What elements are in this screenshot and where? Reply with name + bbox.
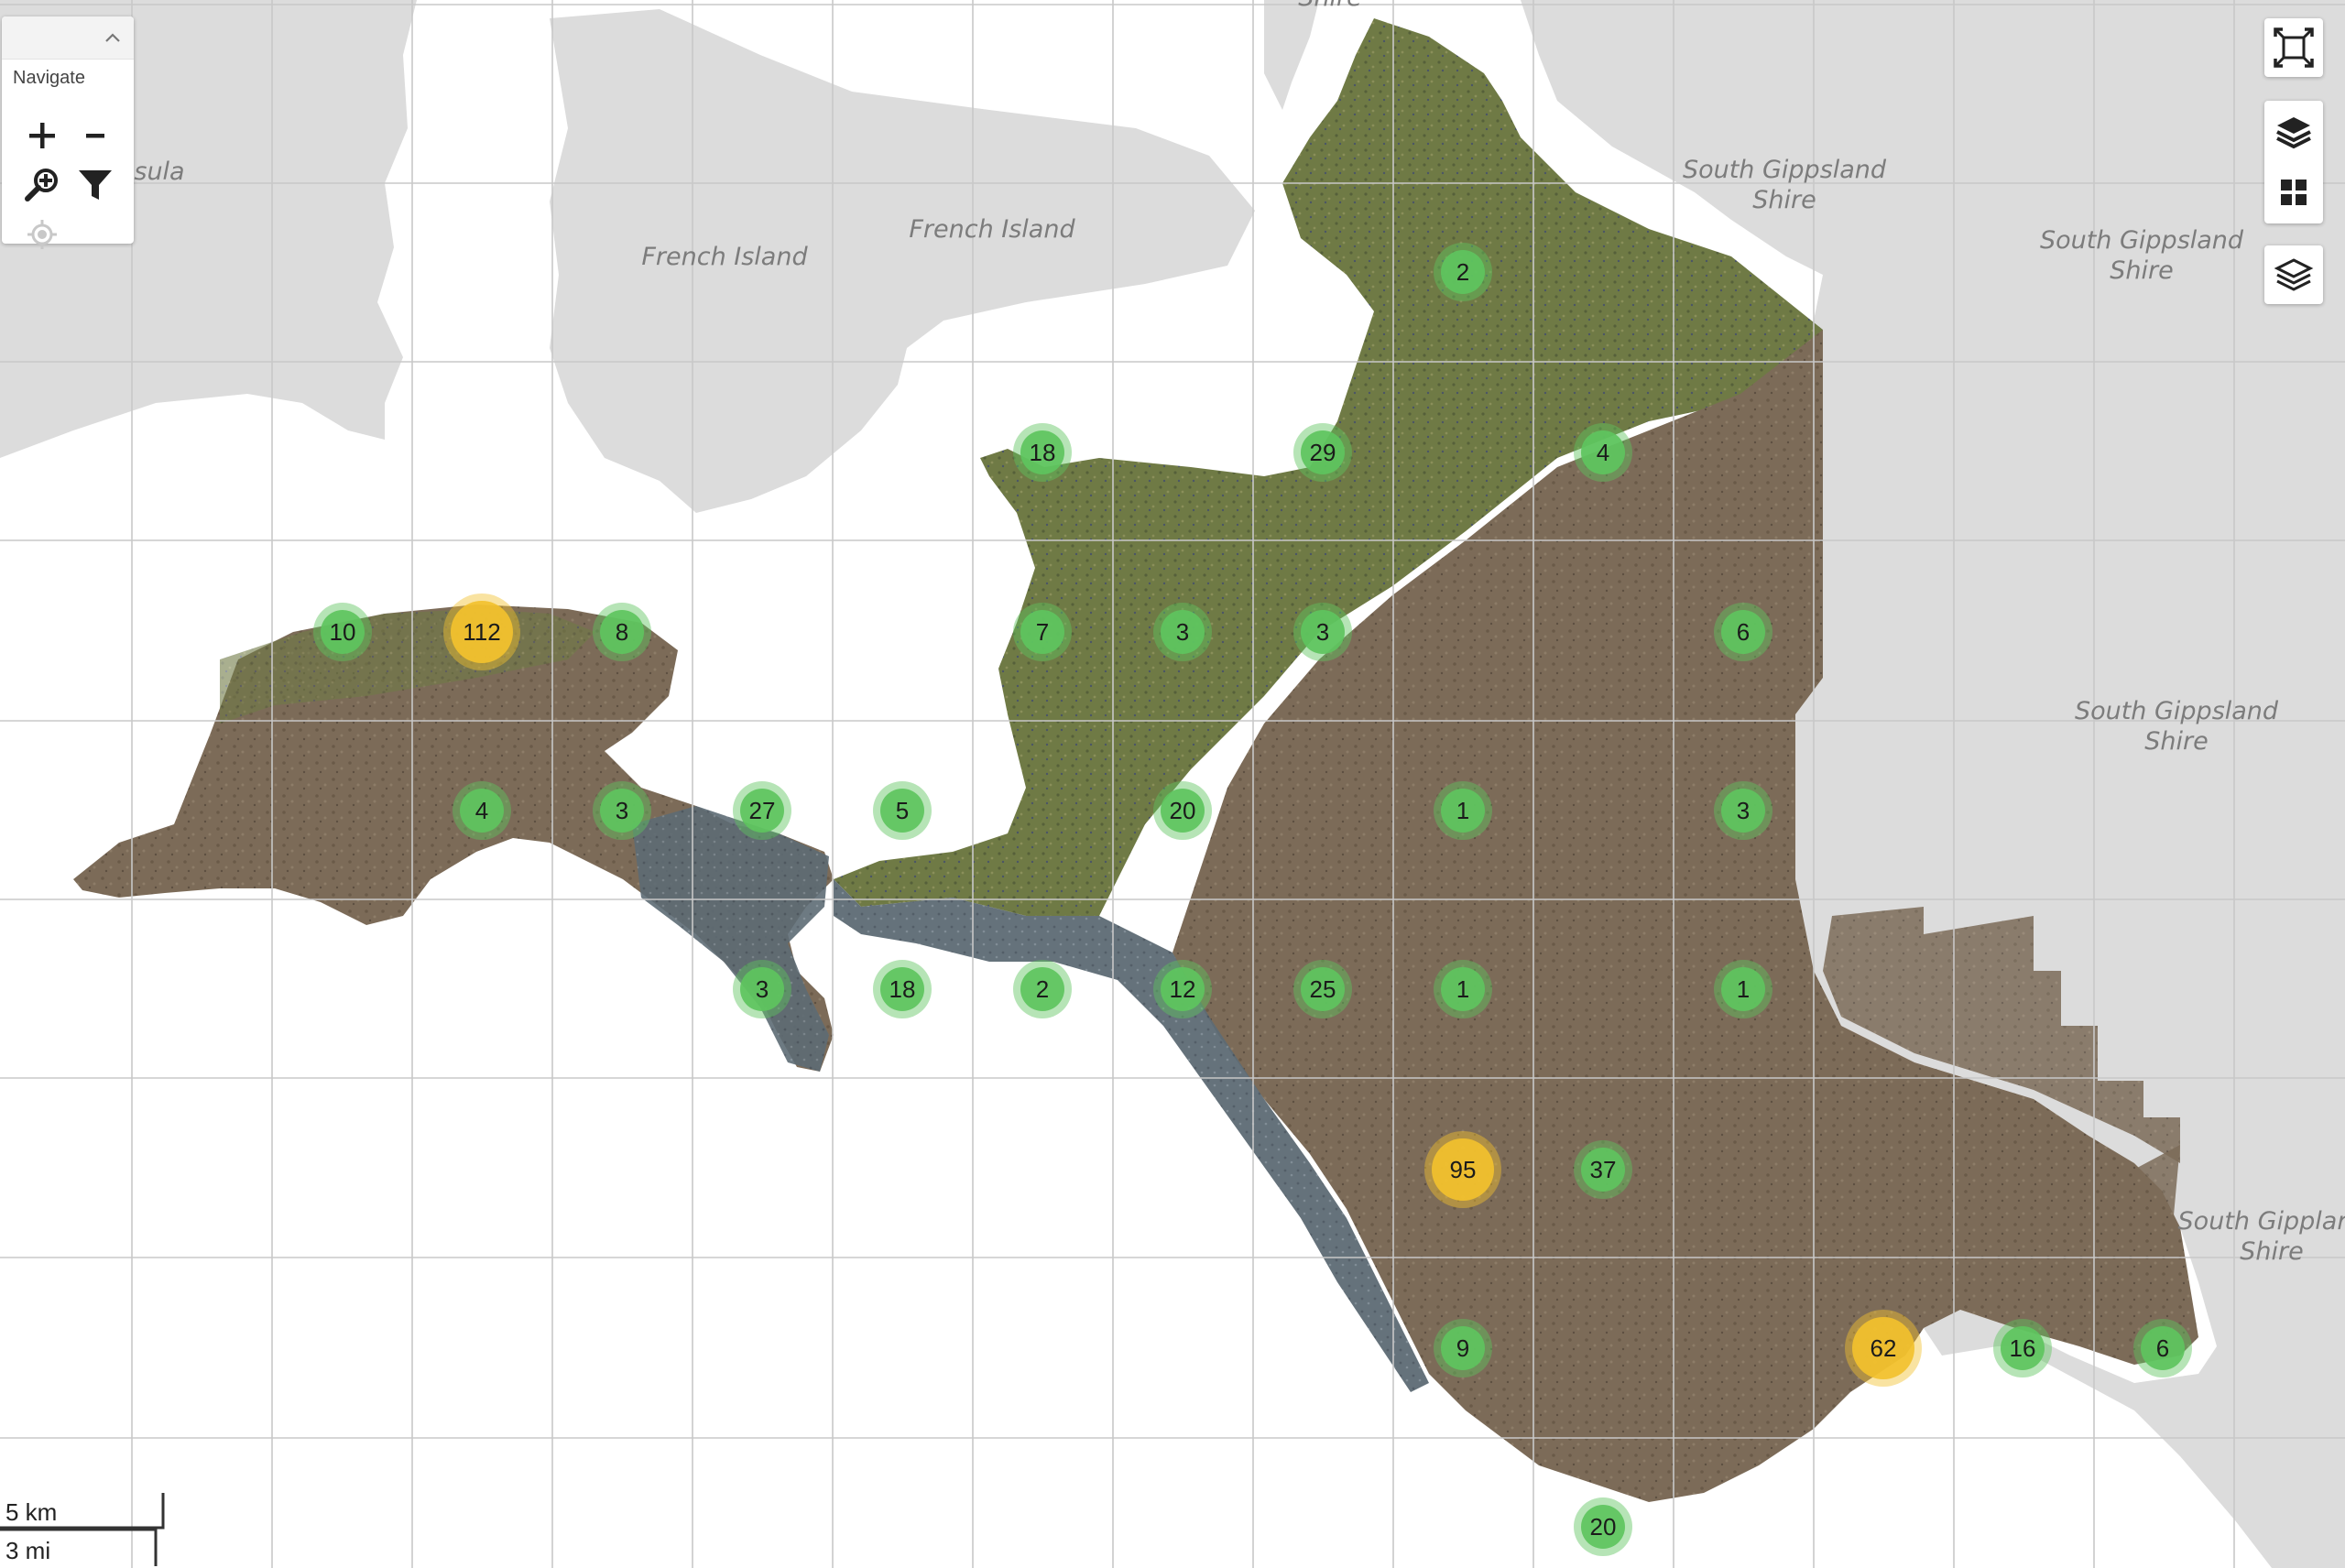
zoom-in-icon[interactable] (20, 114, 64, 158)
place-label: South Gippsland (2040, 226, 2244, 255)
cluster-marker[interactable]: 7 (1013, 603, 1072, 661)
cluster-count: 1 (1456, 975, 1469, 1003)
cluster-count: 3 (756, 975, 769, 1003)
cluster-count: 112 (463, 618, 500, 646)
cluster-marker[interactable]: 16 (1993, 1319, 2052, 1377)
cluster-count: 3 (1737, 797, 1750, 824)
cluster-count: 1 (1456, 797, 1469, 824)
cluster-marker[interactable]: 112 (443, 593, 520, 670)
layers-control-group (2264, 101, 2323, 223)
map-canvas[interactable]: sula French Island French Island South Gipp… (0, 0, 2345, 1568)
cluster-count: 10 (330, 618, 356, 646)
cluster-marker[interactable]: 1 (1434, 960, 1492, 1018)
scale-imperial-label: 3 mi (5, 1537, 50, 1564)
cluster-count: 20 (1170, 797, 1196, 824)
cluster-marker[interactable]: 62 (1845, 1310, 1922, 1387)
cluster-count: 1 (1737, 975, 1750, 1003)
cluster-count: 20 (1590, 1513, 1617, 1541)
cluster-marker[interactable]: 20 (1574, 1497, 1632, 1556)
cluster-count: 25 (1310, 975, 1336, 1003)
basemap-icon[interactable] (2264, 245, 2323, 304)
place-label: Shire (2110, 256, 2173, 285)
cluster-count: 18 (889, 975, 916, 1003)
cluster-marker[interactable]: 27 (733, 781, 791, 840)
cluster-marker[interactable]: 9 (1434, 1319, 1492, 1377)
cluster-marker[interactable]: 29 (1293, 423, 1352, 482)
fullscreen-control (2264, 18, 2323, 77)
navigate-title: Navigate (13, 68, 85, 88)
chevron-up-icon[interactable] (99, 24, 126, 51)
filter-icon[interactable] (73, 163, 117, 207)
cluster-marker[interactable]: 25 (1293, 960, 1352, 1018)
cluster-marker[interactable]: 2 (1013, 960, 1072, 1018)
cluster-marker[interactable]: 10 (313, 603, 372, 661)
locate-icon[interactable] (20, 212, 64, 256)
place-label: Shire (2144, 727, 2208, 756)
cluster-marker[interactable]: 6 (2133, 1319, 2192, 1377)
cluster-count: 5 (896, 797, 909, 824)
zoom-out-icon[interactable] (73, 114, 117, 158)
cluster-marker[interactable]: 5 (873, 781, 932, 840)
zoom-to-extent-icon[interactable] (20, 163, 64, 207)
cluster-count: 12 (1170, 975, 1196, 1003)
cluster-count: 4 (475, 797, 488, 824)
place-label: Shire (2240, 1237, 2303, 1266)
cluster-marker[interactable]: 3 (733, 960, 791, 1018)
cluster-count: 16 (2010, 1334, 2036, 1362)
cluster-marker[interactable]: 1 (1714, 960, 1772, 1018)
cluster-count: 29 (1310, 439, 1336, 466)
cluster-count: 3 (1316, 618, 1329, 646)
cluster-marker[interactable]: 4 (453, 781, 511, 840)
place-label: South Gippsland (2075, 697, 2279, 725)
cluster-count: 2 (1036, 975, 1049, 1003)
place-label: Shire (1298, 0, 1361, 12)
place-label: South Gipplar (2178, 1207, 2345, 1236)
cluster-count: 95 (1450, 1156, 1477, 1183)
cluster-marker[interactable]: 37 (1574, 1140, 1632, 1199)
cluster-count: 9 (1456, 1334, 1469, 1362)
basemap-control (2264, 245, 2323, 304)
cluster-marker[interactable]: 3 (1714, 781, 1772, 840)
place-label: South Gippsland (1683, 156, 1887, 184)
cluster-count: 62 (1871, 1334, 1897, 1362)
place-label: French Island (909, 215, 1075, 244)
cluster-count: 3 (1176, 618, 1189, 646)
cluster-marker[interactable]: 1 (1434, 781, 1492, 840)
layers-icon[interactable] (2264, 103, 2323, 161)
cluster-marker[interactable]: 12 (1153, 960, 1212, 1018)
navigate-panel: Navigate (2, 16, 134, 249)
cluster-marker[interactable]: 3 (1293, 603, 1352, 661)
cluster-marker[interactable]: 8 (593, 603, 651, 661)
cluster-marker[interactable]: 20 (1153, 781, 1212, 840)
scale-metric-label: 5 km (5, 1498, 57, 1526)
cluster-count: 37 (1590, 1156, 1617, 1183)
cluster-count: 4 (1597, 439, 1609, 466)
cluster-count: 27 (749, 797, 776, 824)
cluster-marker[interactable]: 3 (1153, 603, 1212, 661)
cluster-marker[interactable]: 95 (1424, 1131, 1501, 1208)
cluster-count: 7 (1036, 618, 1049, 646)
place-label: French Island (641, 243, 808, 271)
cluster-marker[interactable]: 6 (1714, 603, 1772, 661)
cluster-count: 3 (616, 797, 628, 824)
scale-bar: 5 km 3 mi (0, 1493, 165, 1566)
place-label: sula (134, 158, 184, 186)
cluster-count: 18 (1030, 439, 1056, 466)
navigate-panel-header (2, 16, 134, 60)
cluster-marker[interactable]: 18 (1013, 423, 1072, 482)
place-label: Shire (1752, 186, 1816, 214)
grid-icon[interactable] (2264, 163, 2323, 222)
fullscreen-icon[interactable] (2264, 18, 2323, 77)
cluster-marker[interactable]: 4 (1574, 423, 1632, 482)
cluster-marker[interactable]: 3 (593, 781, 651, 840)
cluster-count: 8 (616, 618, 628, 646)
cluster-count: 6 (1737, 618, 1750, 646)
cluster-count: 2 (1456, 258, 1469, 286)
cluster-marker[interactable]: 2 (1434, 243, 1492, 301)
cluster-marker[interactable]: 18 (873, 960, 932, 1018)
cluster-count: 6 (2156, 1334, 2169, 1362)
